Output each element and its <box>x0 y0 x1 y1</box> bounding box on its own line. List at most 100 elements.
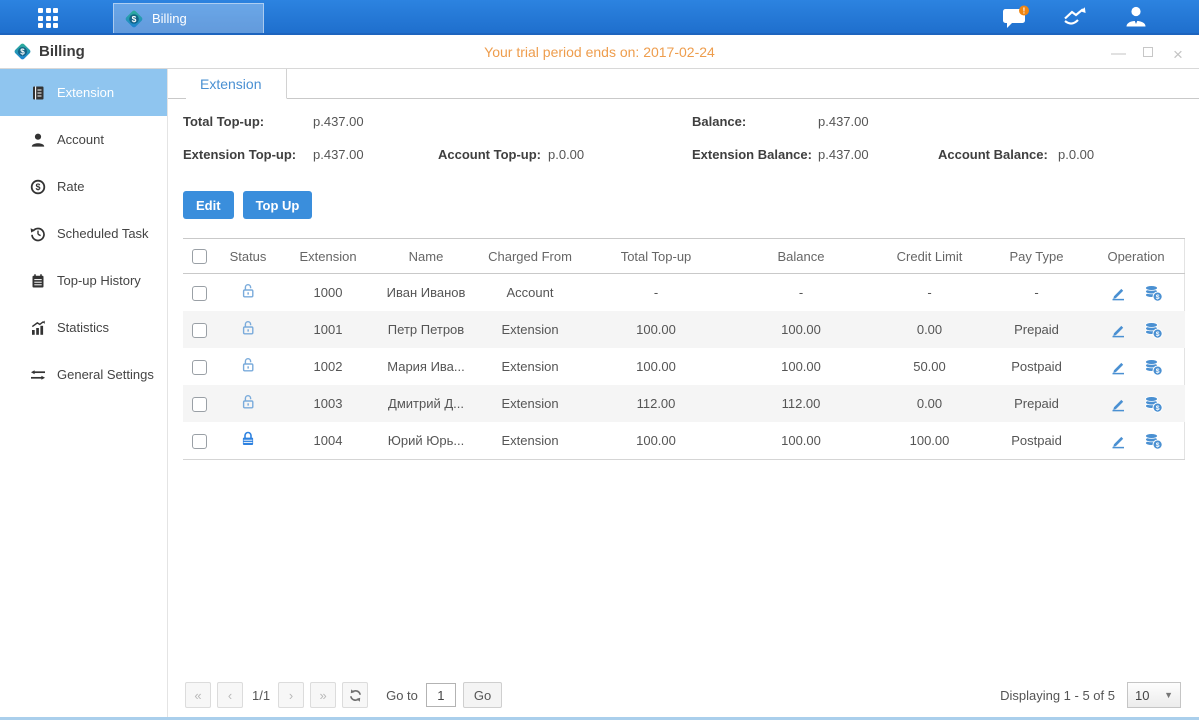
table-row[interactable]: 1000 Иван Иванов Account - - - - $ <box>183 274 1185 312</box>
col-pay-type: Pay Type <box>986 239 1087 274</box>
cell-credit-limit: - <box>873 274 986 312</box>
sidebar-item-label: Top-up History <box>57 273 141 288</box>
cell-credit-limit: 0.00 <box>873 385 986 422</box>
refresh-button[interactable] <box>342 682 368 708</box>
next-page-button[interactable]: › <box>278 682 304 708</box>
sidebar-item-label: General Settings <box>57 367 154 382</box>
col-credit-limit: Credit Limit <box>873 239 986 274</box>
edit-row-icon[interactable] <box>1109 284 1127 302</box>
reports-chart-icon[interactable] <box>1061 5 1091 29</box>
cell-pay-type: Prepaid <box>986 385 1087 422</box>
svg-text:!: ! <box>1023 6 1026 15</box>
sidebar-item-scheduled-task[interactable]: Scheduled Task <box>0 210 167 257</box>
unlocked-icon <box>239 393 257 411</box>
page-indicator: 1/1 <box>252 688 270 703</box>
topup-row-icon[interactable]: $ <box>1143 395 1163 413</box>
sidebar-item-label: Account <box>57 132 104 147</box>
cell-name: Дмитрий Д... <box>375 385 477 422</box>
notifications-icon[interactable]: ! <box>1001 5 1031 29</box>
svg-text:$: $ <box>132 14 137 24</box>
balance-value: p.437.00 <box>818 114 938 129</box>
cell-name: Иван Иванов <box>375 274 477 312</box>
summary-panel: Total Top-up: p.437.00 Balance: p.437.00… <box>183 114 1185 162</box>
sidebar-item-statistics[interactable]: Statistics <box>0 304 167 351</box>
row-checkbox[interactable] <box>192 286 207 301</box>
cell-credit-limit: 50.00 <box>873 348 986 385</box>
sidebar-item-label: Rate <box>57 179 84 194</box>
account-topup-label: Account Top-up: <box>438 147 548 162</box>
tab-extension[interactable]: Extension <box>186 69 287 99</box>
table-row[interactable]: 1002 Мария Ива... Extension 100.00 100.0… <box>183 348 1185 385</box>
table-header-row: Status Extension Name Charged From Total… <box>183 239 1185 274</box>
unlocked-icon <box>239 319 257 337</box>
window-title: Billing <box>39 43 85 60</box>
maximize-icon[interactable] <box>1141 45 1155 59</box>
chevron-down-icon: ▼ <box>1164 690 1173 700</box>
cell-total-topup: 100.00 <box>583 422 729 460</box>
sidebar-item-topup-history[interactable]: Top-up History <box>0 257 167 304</box>
tabstrip: Extension <box>168 69 1199 99</box>
edit-button[interactable]: Edit <box>183 191 234 219</box>
minimize-icon[interactable]: — <box>1111 45 1125 59</box>
cell-extension: 1004 <box>281 422 375 460</box>
app-launcher-icon[interactable] <box>38 8 68 28</box>
edit-row-icon[interactable] <box>1109 358 1127 376</box>
edit-row-icon[interactable] <box>1109 432 1127 450</box>
topbar-tab-billing[interactable]: $ Billing <box>113 3 264 33</box>
cell-name: Юрий Юрь... <box>375 422 477 460</box>
account-balance-value: p.0.00 <box>1058 147 1185 162</box>
topup-row-icon[interactable]: $ <box>1143 284 1163 302</box>
row-checkbox[interactable] <box>192 434 207 449</box>
cell-credit-limit: 0.00 <box>873 311 986 348</box>
last-page-button[interactable]: » <box>310 682 336 708</box>
pagination-bar: « ‹ 1/1 › » Go to Go Displaying 1 - 5 of… <box>183 680 1185 710</box>
row-checkbox[interactable] <box>192 397 207 412</box>
svg-text:$: $ <box>1156 331 1160 338</box>
topbar: $ Billing ! <box>0 0 1199 35</box>
cell-charged-from: Extension <box>477 385 583 422</box>
cell-charged-from: Extension <box>477 348 583 385</box>
col-status: Status <box>215 239 281 274</box>
extension-table: Status Extension Name Charged From Total… <box>183 238 1185 460</box>
prev-page-button[interactable]: ‹ <box>217 682 243 708</box>
edit-row-icon[interactable] <box>1109 395 1127 413</box>
statistics-icon <box>30 320 46 336</box>
table-row[interactable]: 1003 Дмитрий Д... Extension 112.00 112.0… <box>183 385 1185 422</box>
topup-button[interactable]: Top Up <box>243 191 313 219</box>
svg-text:$: $ <box>20 47 25 56</box>
topup-row-icon[interactable]: $ <box>1143 432 1163 450</box>
goto-page-input[interactable] <box>426 683 456 707</box>
col-total-topup: Total Top-up <box>583 239 729 274</box>
sidebar-item-label: Extension <box>57 85 114 100</box>
edit-row-icon[interactable] <box>1109 321 1127 339</box>
first-page-button[interactable]: « <box>185 682 211 708</box>
extension-topup-value: p.437.00 <box>313 147 438 162</box>
table-row[interactable]: 1001 Петр Петров Extension 100.00 100.00… <box>183 311 1185 348</box>
sidebar-item-rate[interactable]: $ Rate <box>0 163 167 210</box>
sidebar-item-general-settings[interactable]: General Settings <box>0 351 167 398</box>
user-account-icon[interactable] <box>1121 5 1151 29</box>
extension-balance-label: Extension Balance: <box>692 147 818 162</box>
balance-label: Balance: <box>692 114 818 129</box>
cell-pay-type: - <box>986 274 1087 312</box>
settings-sliders-icon <box>30 367 46 383</box>
sidebar-item-extension[interactable]: Extension <box>0 69 167 116</box>
svg-text:$: $ <box>1156 368 1160 375</box>
page-size-select[interactable]: 10 ▼ <box>1127 682 1181 708</box>
topup-row-icon[interactable]: $ <box>1143 358 1163 376</box>
close-icon[interactable]: × <box>1171 45 1185 59</box>
select-all-checkbox[interactable] <box>192 249 207 264</box>
cell-balance: 100.00 <box>729 311 873 348</box>
row-checkbox[interactable] <box>192 360 207 375</box>
history-clock-icon <box>30 226 46 242</box>
sidebar-item-account[interactable]: Account <box>0 116 167 163</box>
cell-total-topup: 100.00 <box>583 348 729 385</box>
sidebar-item-label: Statistics <box>57 320 109 335</box>
row-checkbox[interactable] <box>192 323 207 338</box>
topup-row-icon[interactable]: $ <box>1143 321 1163 339</box>
cell-extension: 1003 <box>281 385 375 422</box>
go-button[interactable]: Go <box>463 682 502 708</box>
cell-charged-from: Extension <box>477 311 583 348</box>
table-row[interactable]: 1004 Юрий Юрь... Extension 100.00 100.00… <box>183 422 1185 460</box>
col-balance: Balance <box>729 239 873 274</box>
